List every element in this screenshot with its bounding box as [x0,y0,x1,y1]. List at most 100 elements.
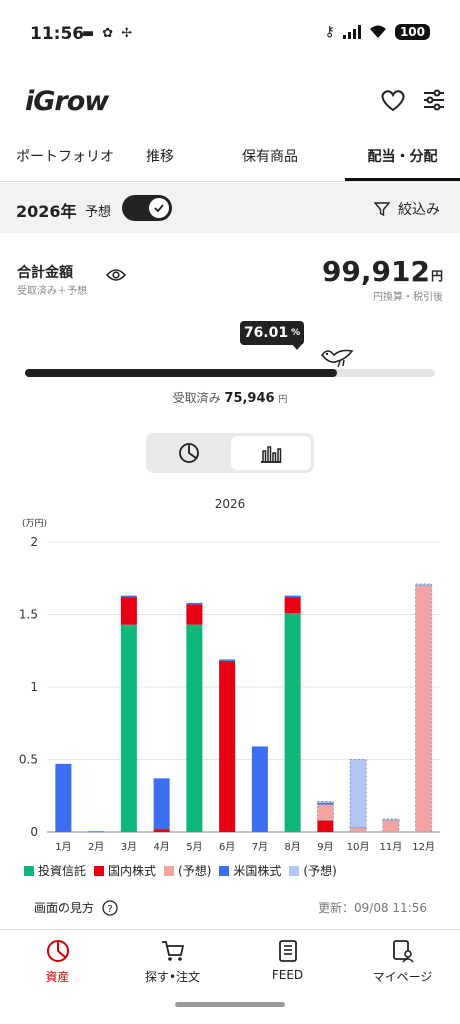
x-tick-label: 12月 [412,841,435,853]
nav-assets[interactable]: 資産 [0,938,115,985]
x-tick-label: 11月 [380,841,403,853]
total-amount: 99,912 [321,255,430,288]
status-right: ⚷ 100 [325,24,430,40]
bar-segment [88,831,105,833]
legend-swatch [94,865,105,876]
received-label: 受取済み [172,391,221,405]
filter-bar: 2026年 予想 絞込み [0,183,460,233]
legend-label: 国内株式 [108,864,157,878]
legend-item: 国内株式 [94,862,156,879]
forecast-toggle[interactable] [122,195,172,221]
tab-holdings[interactable]: 保有商品 [200,134,340,178]
y-tick-label: 2 [30,535,38,549]
received-summary: 受取済み 75,946 円 [0,389,460,406]
total-title: 合計金額 [17,265,73,281]
svg-text:?: ? [107,904,112,915]
bar-view-button[interactable] [231,436,311,470]
signal-icon [342,25,361,39]
pie-view-button[interactable] [149,436,229,470]
x-tick-label: 7月 [252,841,268,853]
bottom-navigation: 資産 探す•注文 FEED マイページ [0,929,460,1024]
legend-item: 投資信託 [24,862,86,879]
nav-feed[interactable]: FEED [230,938,345,982]
year-selector[interactable]: 2026年 [16,198,77,222]
how-to-read-link[interactable]: 画面の見方 ? [34,899,118,916]
legend-item: 米国株式 [219,862,281,879]
forecast-label: 予想 [85,205,112,220]
nav-feed-label: FEED [271,968,304,982]
legend-swatch [24,865,34,876]
card-icon: ▬ [82,26,95,41]
bar-segment [219,660,236,832]
profile-doc-icon [392,940,414,963]
legend-label: 米国株式 [233,864,282,878]
notification-icons: ▬ ✿ ✢ [82,26,132,41]
bar-segment [284,595,301,598]
chart-title: 2026 [215,497,246,511]
status-bar: 11:56 ▬ ✿ ✢ ⚷ 100 [0,0,460,68]
x-tick-label: 6月 [219,841,235,853]
x-tick-label: 4月 [153,841,169,853]
bar-segment [219,659,236,661]
view-switcher [146,433,314,473]
nav-assets-label: 資産 [45,970,70,984]
progress-percent-bubble: 76.01 % [240,321,304,345]
progress-track [25,369,435,377]
asset-pie-icon [46,940,69,962]
bar-chart-icon [261,446,282,463]
bar-segment [120,595,137,598]
bar-segment [316,803,334,821]
bar-segment [55,763,72,832]
legend-label: (予想) [178,864,212,878]
bar-segment [186,624,203,832]
filter-button[interactable]: 絞込み [374,199,440,219]
bubble-tail [292,344,302,350]
legend-swatch [289,865,300,876]
filter-label: 絞込み [398,202,440,218]
tab-portfolio[interactable]: ポートフォリオ [0,134,130,178]
eye-icon[interactable] [106,268,126,282]
bar-segment [382,818,400,821]
key-icon: ⚷ [324,24,335,40]
nav-search-order[interactable]: 探す•注文 [115,938,230,985]
y-tick-label: 1 [30,680,38,694]
wifi-icon [369,25,386,38]
nav-search-label: 探す•注文 [144,970,201,984]
legend-swatch [219,865,230,876]
total-note: 円換算・税引後 [373,292,443,303]
x-tick-label: 2月 [88,841,104,853]
y-tick-label: 0.5 [19,753,38,767]
tab-trend[interactable]: 推移 [130,134,190,178]
bar-segment [284,613,301,832]
bar-segment [186,602,203,605]
bar-segment [153,778,170,830]
dividend-bar-chart: 2026 (万円) 0 0.5 1 1.5 2 1月 2月 3月 4月 5月 6月 7月 8月 9月 10… [19,497,440,853]
openai-icon: ✿ [102,26,114,41]
pie-chart-icon [179,443,199,463]
tab-dividends[interactable]: 配当・分配 [345,134,460,181]
funnel-icon [374,202,390,217]
bar-segment [415,583,433,587]
bar-segment [316,801,334,804]
bar-segment [251,746,268,832]
legend-label: (予想) [303,864,337,878]
help-circle-icon: ? [102,899,118,916]
percent-symbol: % [291,328,301,338]
bar-segment [317,820,334,832]
main-tabs: ポートフォリオ 推移 保有商品 配当・分配 [0,134,460,182]
legend-item: (予想) [289,862,337,879]
toggle-knob [149,198,169,218]
x-tick-label: 10月 [347,841,370,853]
received-unit: 円 [278,395,288,405]
nav-mypage[interactable]: マイページ [345,938,460,985]
progress-fill [25,369,337,377]
progress-percent: 76.01 [243,325,289,341]
total-subtitle: 受取済み＋予想 [17,286,87,297]
bar-segment [284,597,301,614]
status-time: 11:56 [30,24,85,44]
favorite-heart-icon[interactable] [380,88,406,112]
check-icon [154,204,164,213]
bar-segment [186,604,203,625]
settings-sliders-icon[interactable] [422,88,446,112]
how-to-read-label: 画面の見方 [34,901,95,915]
